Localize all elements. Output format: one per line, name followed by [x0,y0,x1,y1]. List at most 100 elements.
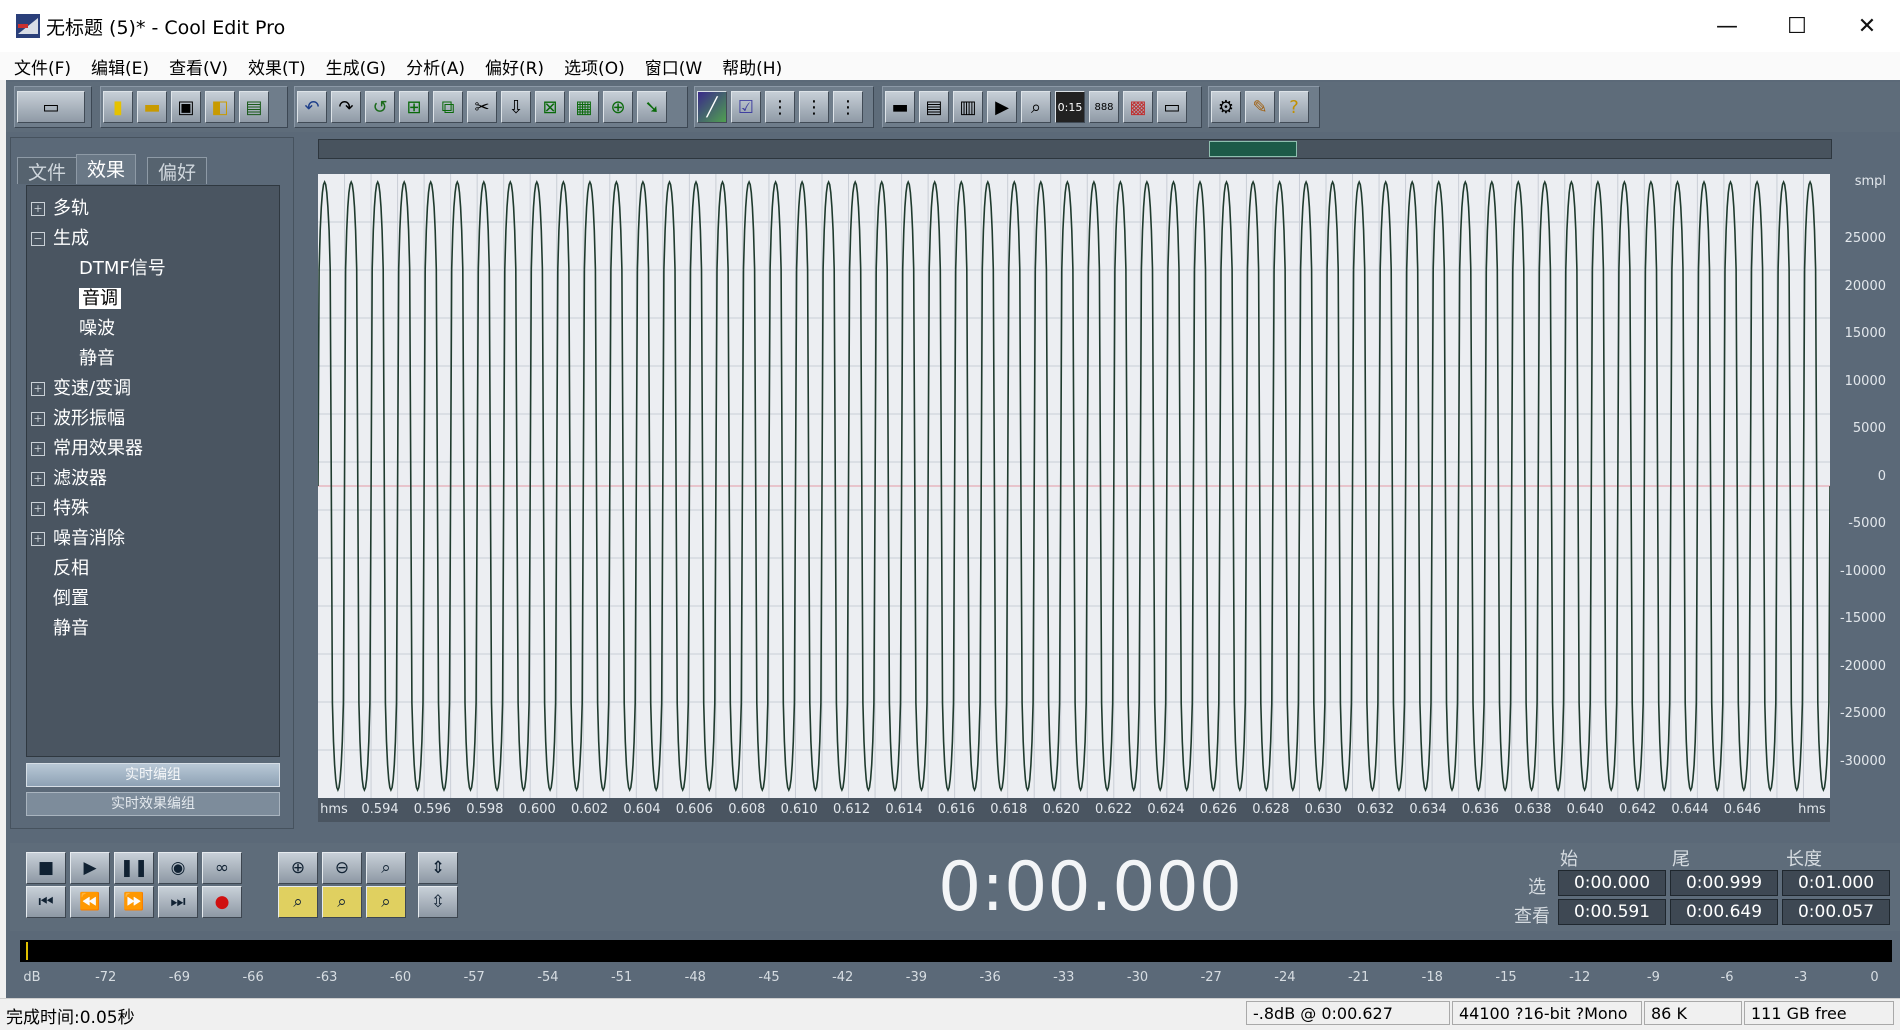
go-to-start-button[interactable]: ⏮ [26,886,66,918]
close-file-icon[interactable]: ▤ [239,91,269,123]
overview-bar[interactable] [318,139,1832,159]
zoom-right-icon[interactable]: ⌕ [366,886,406,918]
fast-forward-button[interactable]: ⏩ [114,886,154,918]
selection-end-field[interactable]: 0:00.999 [1670,870,1778,896]
tab-files[interactable]: 文件 [17,157,78,184]
collapse-icon[interactable]: − [31,232,45,246]
zoom-in-icon[interactable]: ⊕ [278,852,318,884]
maximize-button[interactable]: ☐ [1762,0,1832,52]
expand-icon[interactable]: + [31,412,45,426]
info-icon[interactable]: 888 [1089,91,1119,123]
menu-help[interactable]: 帮助(H) [722,54,782,79]
menu-options[interactable]: 选项(O) [564,54,625,79]
tree-item[interactable]: 噪波 [79,314,115,340]
zoom-out-vertical-icon[interactable]: ⇳ [418,886,458,918]
zoom-full-icon[interactable]: ⌕ [366,852,406,884]
tree-item[interactable]: + 波形振幅 [31,404,125,430]
waveform-display[interactable] [317,174,1831,798]
expand-icon[interactable]: + [31,202,45,216]
settings-icon[interactable]: ⚙ [1211,91,1241,123]
tree-item[interactable]: 静音 [31,614,89,640]
close-button[interactable]: ✕ [1832,0,1900,52]
trim-icon[interactable]: ⊞ [399,91,429,123]
spectral-icon[interactable]: ╱ [697,91,727,123]
convert-icon[interactable]: ➘ [637,91,667,123]
expand-icon[interactable]: + [31,472,45,486]
tree-item[interactable]: DTMF信号 [79,254,166,280]
check-icon[interactable]: ☑ [731,91,761,123]
tree-item[interactable]: 静音 [79,344,115,370]
tree-item[interactable]: + 滤波器 [31,464,107,490]
redo-icon[interactable]: ↷ [331,91,361,123]
status-icon[interactable]: ▭ [1157,91,1187,123]
expand-icon[interactable]: + [31,382,45,396]
record-button[interactable]: ● [202,886,242,918]
time-icon[interactable]: 0:15 [1055,91,1085,123]
tree-item[interactable]: + 多轨 [31,194,89,220]
zoom-in-vertical-icon[interactable]: ⇕ [418,852,458,884]
expand-icon[interactable]: + [31,532,45,546]
zoom-left-icon[interactable]: ⌕ [322,886,362,918]
tree-item[interactable]: + 常用效果器 [31,434,143,460]
save-all-icon[interactable]: ◧ [205,91,235,123]
view-start-field[interactable]: 0:00.591 [1558,899,1666,925]
script-icon[interactable]: ✎ [1245,91,1275,123]
go-to-end-button[interactable]: ⏭ [158,886,198,918]
zoom-selection-icon[interactable]: ⌕ [278,886,318,918]
selection-start-field[interactable]: 0:00.000 [1558,870,1666,896]
multitrack-icon[interactable]: ▭ [17,91,85,123]
view-length-field[interactable]: 0:00.057 [1782,899,1890,925]
menu-window[interactable]: 窗口(W [645,54,702,79]
save-icon[interactable]: ▣ [171,91,201,123]
selection-length-field[interactable]: 0:01.000 [1782,870,1890,896]
stop-button[interactable]: ■ [26,852,66,884]
zoom-panel-icon[interactable]: ⌕ [1021,91,1051,123]
grid-b-icon[interactable]: ⋮ [799,91,829,123]
zoom-out-icon[interactable]: ⊖ [322,852,362,884]
paste-new-icon[interactable]: ⊠ [535,91,565,123]
help-icon[interactable]: ? [1279,91,1309,123]
pause-button[interactable]: ❚❚ [114,852,154,884]
menu-favorites[interactable]: 偏好(R) [485,54,544,79]
level-icon[interactable]: ▩ [1123,91,1153,123]
paste-icon[interactable]: ⇩ [501,91,531,123]
open-folder-icon[interactable]: ▬ [137,91,167,123]
menu-edit[interactable]: 编辑(E) [91,54,149,79]
tab-effects[interactable]: 效果 [76,154,137,184]
cut-icon[interactable]: ✂ [467,91,497,123]
tree-item[interactable]: − 生成 [31,224,89,250]
expand-icon[interactable]: + [31,442,45,456]
new-file-icon[interactable]: ▮ [103,91,133,123]
realtime-effects-group-button[interactable]: 实时效果编组 [26,792,280,816]
tree-item[interactable]: + 特殊 [31,494,89,520]
tab-favorites[interactable]: 偏好 [147,157,208,184]
menu-generate[interactable]: 生成(G) [326,54,386,79]
menu-file[interactable]: 文件(F) [14,54,71,79]
tree-item[interactable]: 反相 [31,554,89,580]
tree-item[interactable]: + 变速/变调 [31,374,131,400]
mix-icon[interactable]: ⊕ [603,91,633,123]
grid-a-icon[interactable]: ⋮ [765,91,795,123]
window-b-icon[interactable]: ▤ [919,91,949,123]
expand-icon[interactable]: + [31,502,45,516]
window-a-icon[interactable]: ▬ [885,91,915,123]
menu-analyze[interactable]: 分析(A) [406,54,465,79]
grid-c-icon[interactable]: ⋮ [833,91,863,123]
play-to-end-button[interactable]: ◉ [158,852,198,884]
mix-paste-icon[interactable]: ▦ [569,91,599,123]
overview-viewport[interactable] [1209,141,1297,157]
copy-icon[interactable]: ⧉ [433,91,463,123]
play-panel-icon[interactable]: ▶ [987,91,1017,123]
menu-effects[interactable]: 效果(T) [248,54,306,79]
repeat-icon[interactable]: ↺ [365,91,395,123]
rewind-button[interactable]: ⏪ [70,886,110,918]
tree-item[interactable]: 音调 [79,284,121,310]
menu-view[interactable]: 查看(V) [169,54,228,79]
play-button[interactable]: ▶ [70,852,110,884]
tree-item[interactable]: + 噪音消除 [31,524,125,550]
undo-icon[interactable]: ↶ [297,91,327,123]
window-c-icon[interactable]: ▥ [953,91,983,123]
minimize-button[interactable]: — [1692,0,1762,52]
tree-item[interactable]: 倒置 [31,584,89,610]
view-end-field[interactable]: 0:00.649 [1670,899,1778,925]
